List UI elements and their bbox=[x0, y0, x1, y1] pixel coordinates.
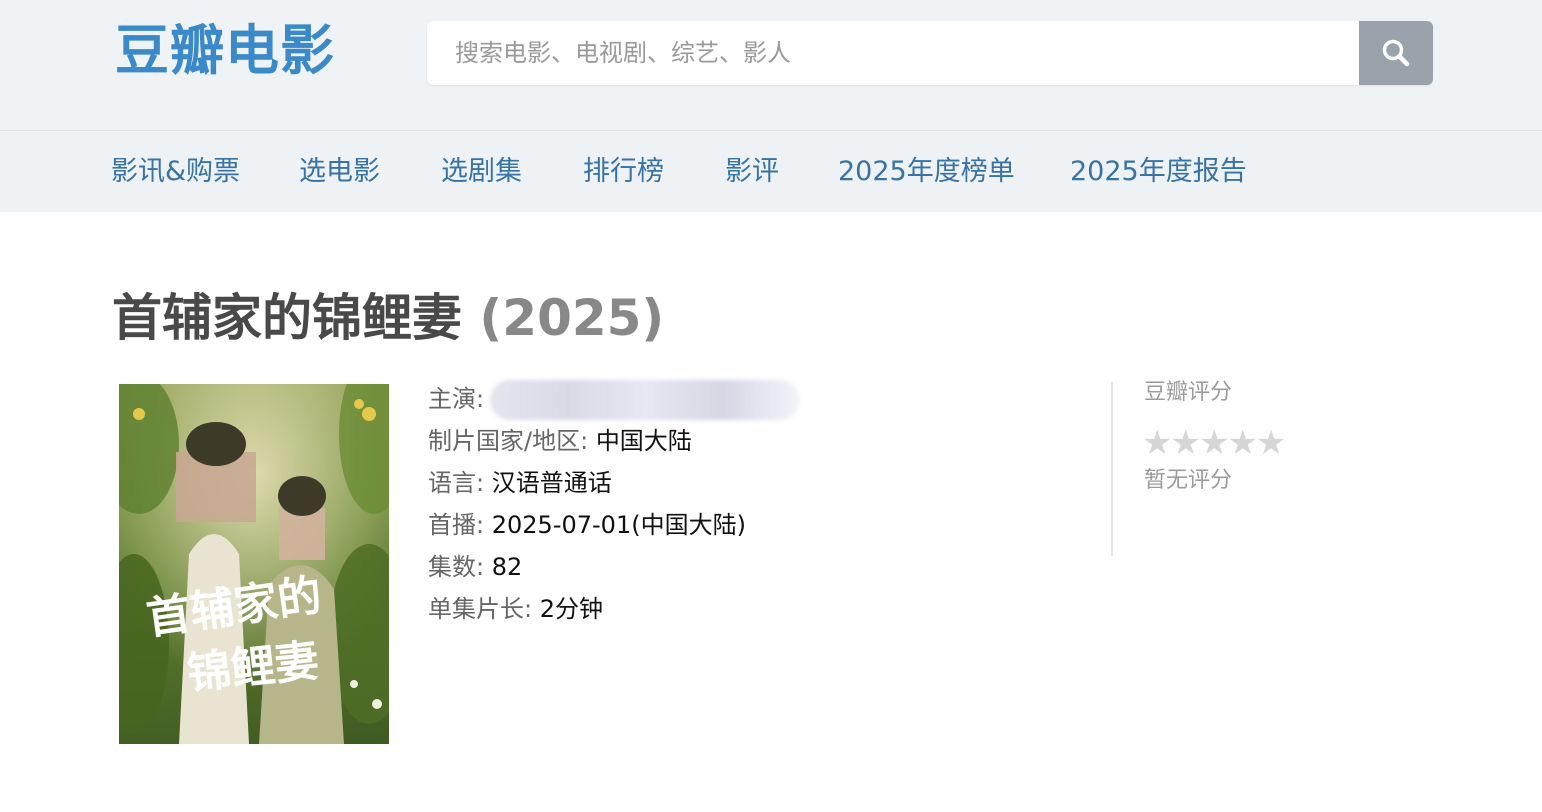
search-icon bbox=[1382, 39, 1410, 67]
info-row-episodes: 集数: 82 bbox=[428, 546, 1068, 588]
cast-label: 主演: bbox=[428, 385, 485, 413]
poster-image[interactable]: 首辅家的 锦鲤妻 bbox=[119, 384, 389, 744]
country-value: 中国大陆 bbox=[595, 427, 692, 455]
main-nav: 影讯&购票 选电影 选剧集 排行榜 影评 2025年度榜单 2025年度报告 bbox=[0, 131, 1542, 212]
subject-title: 首辅家的锦鲤妻 bbox=[112, 289, 462, 347]
search-button[interactable] bbox=[1359, 21, 1433, 85]
episodes-value: 82 bbox=[491, 553, 523, 581]
runtime-label: 单集片长: bbox=[428, 595, 533, 623]
info-row-country: 制片国家/地区: 中国大陆 bbox=[428, 420, 1068, 462]
language-value: 汉语普通话 bbox=[491, 469, 612, 497]
episodes-label: 集数: bbox=[428, 553, 485, 581]
page-title: 首辅家的锦鲤妻 (2025) bbox=[112, 286, 664, 350]
subject-info: 主演: 制片国家/地区: 中国大陆 语言: 汉语普通话 首播: 2025-07-… bbox=[428, 378, 1068, 630]
rating-divider bbox=[1111, 382, 1113, 556]
premiere-label: 首播: bbox=[428, 511, 485, 539]
nav-item-reviews[interactable]: 影评 bbox=[725, 155, 779, 189]
subject-year: (2025) bbox=[479, 289, 665, 347]
search-box bbox=[427, 21, 1433, 85]
rating-label: 豆瓣评分 bbox=[1144, 380, 1233, 405]
country-label: 制片国家/地区: bbox=[428, 427, 589, 455]
search-input[interactable] bbox=[427, 21, 1359, 85]
runtime-value: 2分钟 bbox=[539, 595, 604, 623]
nav-item-explore-tv[interactable]: 选剧集 bbox=[441, 155, 522, 189]
premiere-value: 2025-07-01(中国大陆) bbox=[491, 511, 746, 539]
nav-item-explore-movies[interactable]: 选电影 bbox=[299, 155, 380, 189]
site-header: 豆瓣电影 bbox=[0, 0, 1542, 131]
language-label: 语言: bbox=[428, 469, 485, 497]
nav-item-annual-report[interactable]: 2025年度报告 bbox=[1070, 155, 1247, 189]
douban-movie-logo[interactable]: 豆瓣电影 bbox=[115, 18, 335, 84]
info-row-cast: 主演: bbox=[428, 378, 1068, 420]
info-row-runtime: 单集片长: 2分钟 bbox=[428, 588, 1068, 630]
poster-artwork: 首辅家的 锦鲤妻 bbox=[119, 384, 389, 744]
rating-stars-icon: ★★★★★ bbox=[1142, 423, 1286, 463]
nav-item-annual-list[interactable]: 2025年度榜单 bbox=[838, 155, 1015, 189]
nav-item-showtimes-tickets[interactable]: 影讯&购票 bbox=[111, 155, 240, 189]
info-row-premiere: 首播: 2025-07-01(中国大陆) bbox=[428, 504, 1068, 546]
cast-redacted bbox=[490, 380, 801, 420]
nav-item-rankings[interactable]: 排行榜 bbox=[583, 155, 664, 189]
info-row-language: 语言: 汉语普通话 bbox=[428, 462, 1068, 504]
no-rating-text: 暂无评分 bbox=[1144, 468, 1233, 493]
